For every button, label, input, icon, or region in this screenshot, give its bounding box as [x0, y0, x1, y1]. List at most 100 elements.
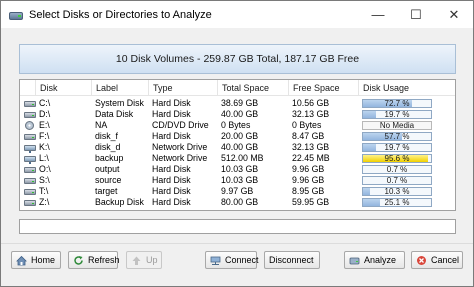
cell-free-space: 8.95 GB [292, 186, 325, 196]
maximize-button[interactable]: ☐ [397, 1, 435, 28]
disk-usage-bar: 19.7 % [362, 110, 432, 119]
table-row[interactable]: L:\ backup Network Drive 512.00 MB 22.45 MB 9… [20, 153, 455, 164]
usage-text: 19.7 % [384, 110, 410, 119]
up-icon [131, 255, 142, 266]
refresh-label: Refresh [88, 255, 120, 265]
hard-disk-icon [24, 187, 36, 196]
disk-usage-bar: 95.6 % [362, 154, 432, 163]
cell-disk: C:\ [39, 98, 51, 108]
cell-type: Hard Disk [152, 98, 191, 108]
cell-disk: K:\ [39, 142, 50, 152]
usage-text: 10.3 % [384, 187, 410, 196]
cell-total-space: 80.00 GB [221, 197, 259, 207]
header-free-space[interactable]: Free Space [289, 80, 359, 96]
cell-disk: L:\ [39, 153, 49, 163]
cell-total-space: 38.69 GB [221, 98, 259, 108]
cell-free-space: 32.13 GB [292, 109, 330, 119]
disk-app-icon [9, 9, 23, 21]
header-disk-usage[interactable]: Disk Usage [359, 80, 455, 96]
usage-text: 95.6 % [384, 154, 410, 163]
cell-free-space: 8.47 GB [292, 131, 325, 141]
table-row[interactable]: T:\ target Hard Disk 9.97 GB 8.95 GB 10.3 % [20, 186, 455, 197]
cell-free-space: 10.56 GB [292, 98, 330, 108]
window-title: Select Disks or Directories to Analyze [29, 8, 212, 21]
cell-disk: S:\ [39, 175, 50, 185]
title-bar: Select Disks or Directories to Analyze —… [1, 1, 473, 28]
minimize-button[interactable]: — [359, 1, 397, 28]
cell-label: source [95, 175, 122, 185]
cell-disk: Z:\ [39, 197, 50, 207]
network-drive-icon [24, 143, 36, 153]
table-row[interactable]: S:\ source Hard Disk 10.03 GB 9.96 GB 0.7 % [20, 175, 455, 186]
home-icon [16, 255, 27, 266]
table-row[interactable]: O:\ output Hard Disk 10.03 GB 9.96 GB 0.7 % [20, 164, 455, 175]
summary-banner: 10 Disk Volumes - 259.87 GB Total, 187.1… [19, 44, 456, 74]
disk-usage-bar: 72.7 % [362, 99, 432, 108]
disk-usage-bar: 0.7 % [362, 176, 432, 185]
connect-button[interactable]: Connect [205, 251, 259, 269]
cell-label: disk_f [95, 131, 118, 141]
header-label[interactable]: Label [92, 80, 149, 96]
disconnect-button[interactable]: Disconnect [264, 251, 320, 269]
disk-usage-bar: 19.7 % [362, 143, 432, 152]
usage-text: 19.7 % [384, 143, 410, 152]
analyze-button[interactable]: Analyze [344, 251, 405, 269]
table-row[interactable]: D:\ Data Disk Hard Disk 40.00 GB 32.13 GB 19.… [20, 109, 455, 120]
network-drive-icon [24, 154, 36, 164]
cell-disk: F:\ [39, 131, 50, 141]
home-button[interactable]: Home [11, 251, 61, 269]
cell-disk: O:\ [39, 164, 51, 174]
cell-label: System Disk [95, 98, 144, 108]
cell-label: Backup Disk [95, 197, 144, 207]
refresh-button[interactable]: Refresh [68, 251, 120, 269]
cell-free-space: 32.13 GB [292, 142, 330, 152]
cell-free-space: 0 Bytes [292, 120, 322, 130]
cancel-button[interactable]: Cancel [411, 251, 463, 269]
network-connect-icon [210, 255, 221, 266]
cell-type: CD/DVD Drive [152, 120, 209, 130]
header-total-space[interactable]: Total Space [218, 80, 289, 96]
cell-total-space: 20.00 GB [221, 131, 259, 141]
up-label: Up [146, 255, 158, 265]
cell-type: Hard Disk [152, 175, 191, 185]
usage-text: 0.7 % [386, 176, 408, 185]
usage-text: 72.7 % [384, 99, 410, 108]
usage-text: 57.7 % [384, 132, 410, 141]
usage-text: No Media [379, 121, 415, 130]
cell-free-space: 9.96 GB [292, 175, 325, 185]
header-disk[interactable]: Disk [36, 80, 92, 96]
table-row[interactable]: K:\ disk_d Network Drive 40.00 GB 32.13 GB 19… [20, 142, 455, 153]
cell-total-space: 10.03 GB [221, 164, 259, 174]
cell-type: Hard Disk [152, 109, 191, 119]
cell-type: Hard Disk [152, 164, 191, 174]
close-button[interactable]: ✕ [435, 1, 473, 28]
cell-type: Hard Disk [152, 197, 191, 207]
cell-label: NA [95, 120, 108, 130]
table-row[interactable]: F:\ disk_f Hard Disk 20.00 GB 8.47 GB 57.7 % [20, 131, 455, 142]
cell-total-space: 512.00 MB [221, 153, 264, 163]
hard-disk-icon [24, 198, 36, 207]
usage-text: 0.7 % [386, 165, 408, 174]
connect-label: Connect [225, 255, 259, 265]
up-button[interactable]: Up [126, 251, 162, 269]
disk-usage-bar: 57.7 % [362, 132, 432, 141]
table-row[interactable]: E:\ NA CD/DVD Drive 0 Bytes 0 Bytes No Media [20, 120, 455, 131]
cell-label: backup [95, 153, 124, 163]
cell-total-space: 40.00 GB [221, 109, 259, 119]
cell-label: target [95, 186, 118, 196]
footer-divider [1, 243, 473, 244]
status-field [19, 219, 456, 234]
header-type[interactable]: Type [149, 80, 218, 96]
analyze-label: Analyze [364, 255, 397, 265]
disk-usage-bar: 0.7 % [362, 165, 432, 174]
cell-total-space: 9.97 GB [221, 186, 254, 196]
table-row[interactable]: Z:\ Backup Disk Hard Disk 80.00 GB 59.95 GB 2… [20, 197, 455, 208]
disk-usage-bar: 25.1 % [362, 198, 432, 207]
cell-total-space: 10.03 GB [221, 175, 259, 185]
cell-type: Hard Disk [152, 131, 191, 141]
header-icon-col [20, 80, 36, 96]
summary-text: 10 Disk Volumes - 259.87 GB Total, 187.1… [115, 53, 360, 65]
disk-list[interactable]: Disk Label Type Total Space Free Space D… [19, 79, 456, 211]
cell-disk: E:\ [39, 120, 50, 130]
table-row[interactable]: C:\ System Disk Hard Disk 38.69 GB 10.56 GB 7… [20, 98, 455, 109]
